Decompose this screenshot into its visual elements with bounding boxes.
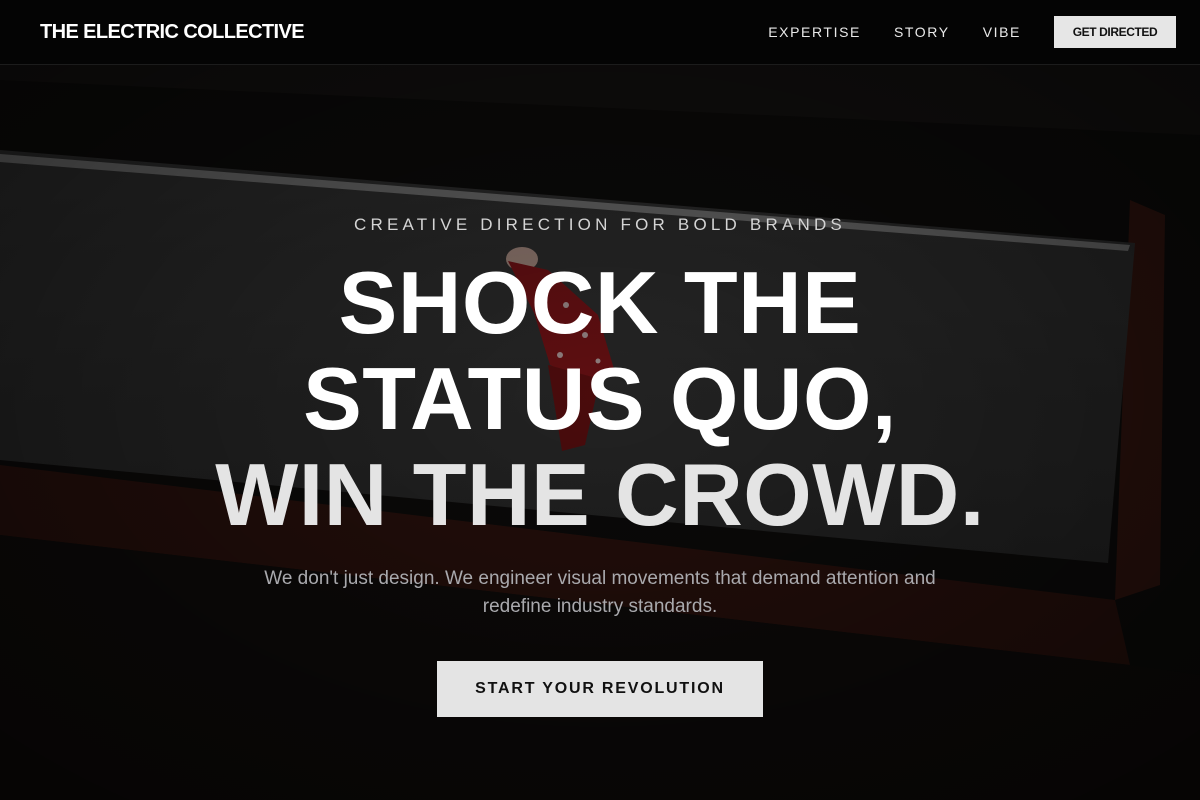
brand-logo[interactable]: THE ELECTRIC COLLECTIVE: [40, 21, 305, 44]
get-directed-button[interactable]: GET DIRECTED: [1054, 16, 1176, 48]
nav-link-vibe[interactable]: VIBE: [983, 24, 1021, 40]
hero-eyebrow: CREATIVE DIRECTION FOR BOLD BRANDS: [354, 215, 846, 234]
landing-page: THE ELECTRIC COLLECTIVE EXPERTISE STORY …: [0, 0, 1200, 800]
hero-section: CREATIVE DIRECTION FOR BOLD BRANDS SHOCK…: [0, 65, 1200, 800]
main-nav: EXPERTISE STORY VIBE GET DIRECTED: [768, 16, 1176, 48]
nav-link-story[interactable]: STORY: [894, 24, 950, 40]
headline-line-3: WIN THE CROWD.: [215, 445, 985, 544]
start-revolution-button[interactable]: START YOUR REVOLUTION: [437, 661, 763, 717]
hero-headline: SHOCK THE STATUS QUO, WIN THE CROWD.: [0, 255, 1200, 543]
headline-line-2: STATUS QUO,: [303, 349, 897, 448]
nav-link-expertise[interactable]: EXPERTISE: [768, 24, 861, 40]
hero-subtext: We don't just design. We engineer visual…: [264, 568, 936, 617]
site-header: THE ELECTRIC COLLECTIVE EXPERTISE STORY …: [0, 0, 1200, 65]
headline-line-1: SHOCK THE: [338, 253, 862, 352]
